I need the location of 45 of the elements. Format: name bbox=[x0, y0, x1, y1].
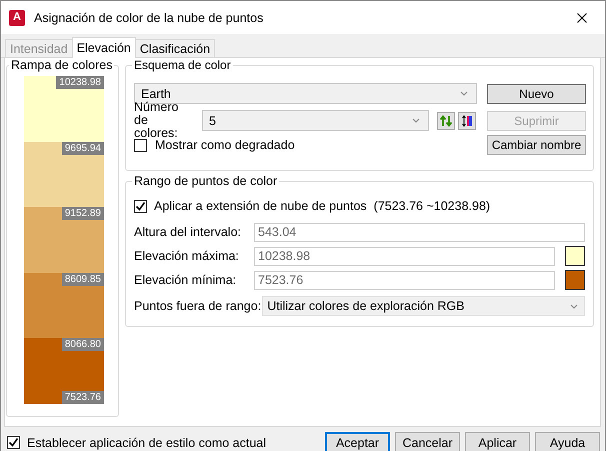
group-title: Rampa de colores bbox=[9, 58, 114, 72]
chevron-down-icon bbox=[570, 304, 578, 308]
rename-button[interactable]: Cambiar nombre bbox=[487, 135, 586, 155]
group-title: Rango de puntos de color bbox=[132, 174, 280, 188]
chevron-down-icon bbox=[460, 91, 468, 96]
ramp-value: 10238.98 bbox=[56, 76, 104, 89]
checkbox[interactable] bbox=[134, 200, 147, 212]
color-swatch[interactable] bbox=[565, 246, 585, 266]
field-label: Elevación máxima: bbox=[134, 249, 240, 263]
ok-button[interactable]: Aceptar bbox=[325, 432, 390, 451]
color-bar-icon bbox=[461, 114, 473, 126]
input-field[interactable]: 7523.76 bbox=[254, 270, 555, 290]
field-label: Puntos fuera de rango: bbox=[134, 299, 262, 313]
up-down-arrows-icon bbox=[440, 114, 452, 126]
ramp-value: 9152.89 bbox=[62, 207, 104, 220]
close-icon bbox=[577, 12, 587, 22]
checkbox[interactable] bbox=[134, 138, 147, 152]
range-text: (7523.76 ~10238.98) bbox=[374, 199, 490, 213]
ramp-value: 9695.94 bbox=[62, 142, 104, 155]
reverse-button[interactable] bbox=[437, 112, 455, 130]
field-label: Altura del intervalo: bbox=[134, 225, 242, 239]
input-field[interactable]: 10238.98 bbox=[254, 246, 555, 266]
apply-button[interactable]: Aplicar bbox=[465, 432, 530, 451]
ramp-value: 8609.85 bbox=[62, 272, 104, 286]
checkbox-label: Aplicar a extensión de nube de puntos bbox=[154, 199, 367, 213]
checkbox-label: Mostrar como degradado bbox=[155, 138, 295, 152]
color-count-dropdown[interactable]: 5 bbox=[202, 110, 429, 131]
help-button[interactable]: Ayuda bbox=[535, 432, 600, 451]
app-logo: A bbox=[9, 10, 25, 26]
tab[interactable]: Clasificación bbox=[134, 39, 216, 57]
field-label: Elevación mínima: bbox=[134, 273, 238, 287]
input-field[interactable]: 543.04 bbox=[254, 222, 585, 242]
field-label: Número de colores: bbox=[134, 101, 180, 140]
chevron-down-icon bbox=[412, 118, 420, 123]
checkbox[interactable] bbox=[7, 436, 20, 449]
new-button[interactable]: Nuevo bbox=[487, 84, 586, 104]
gradient-button[interactable] bbox=[458, 112, 476, 130]
color-swatch[interactable] bbox=[565, 270, 585, 290]
ramp-value: 7523.76 bbox=[62, 391, 104, 404]
window-title: Asignación de color de la nube de puntos bbox=[34, 10, 264, 24]
checkbox-label: Establecer aplicación de estilo como actual bbox=[27, 436, 266, 450]
group-title: Esquema de color bbox=[132, 58, 233, 72]
tab[interactable]: Elevación bbox=[72, 37, 136, 58]
ramp-value: 8066.80 bbox=[62, 338, 104, 352]
cancel-button[interactable]: Cancelar bbox=[395, 432, 460, 451]
